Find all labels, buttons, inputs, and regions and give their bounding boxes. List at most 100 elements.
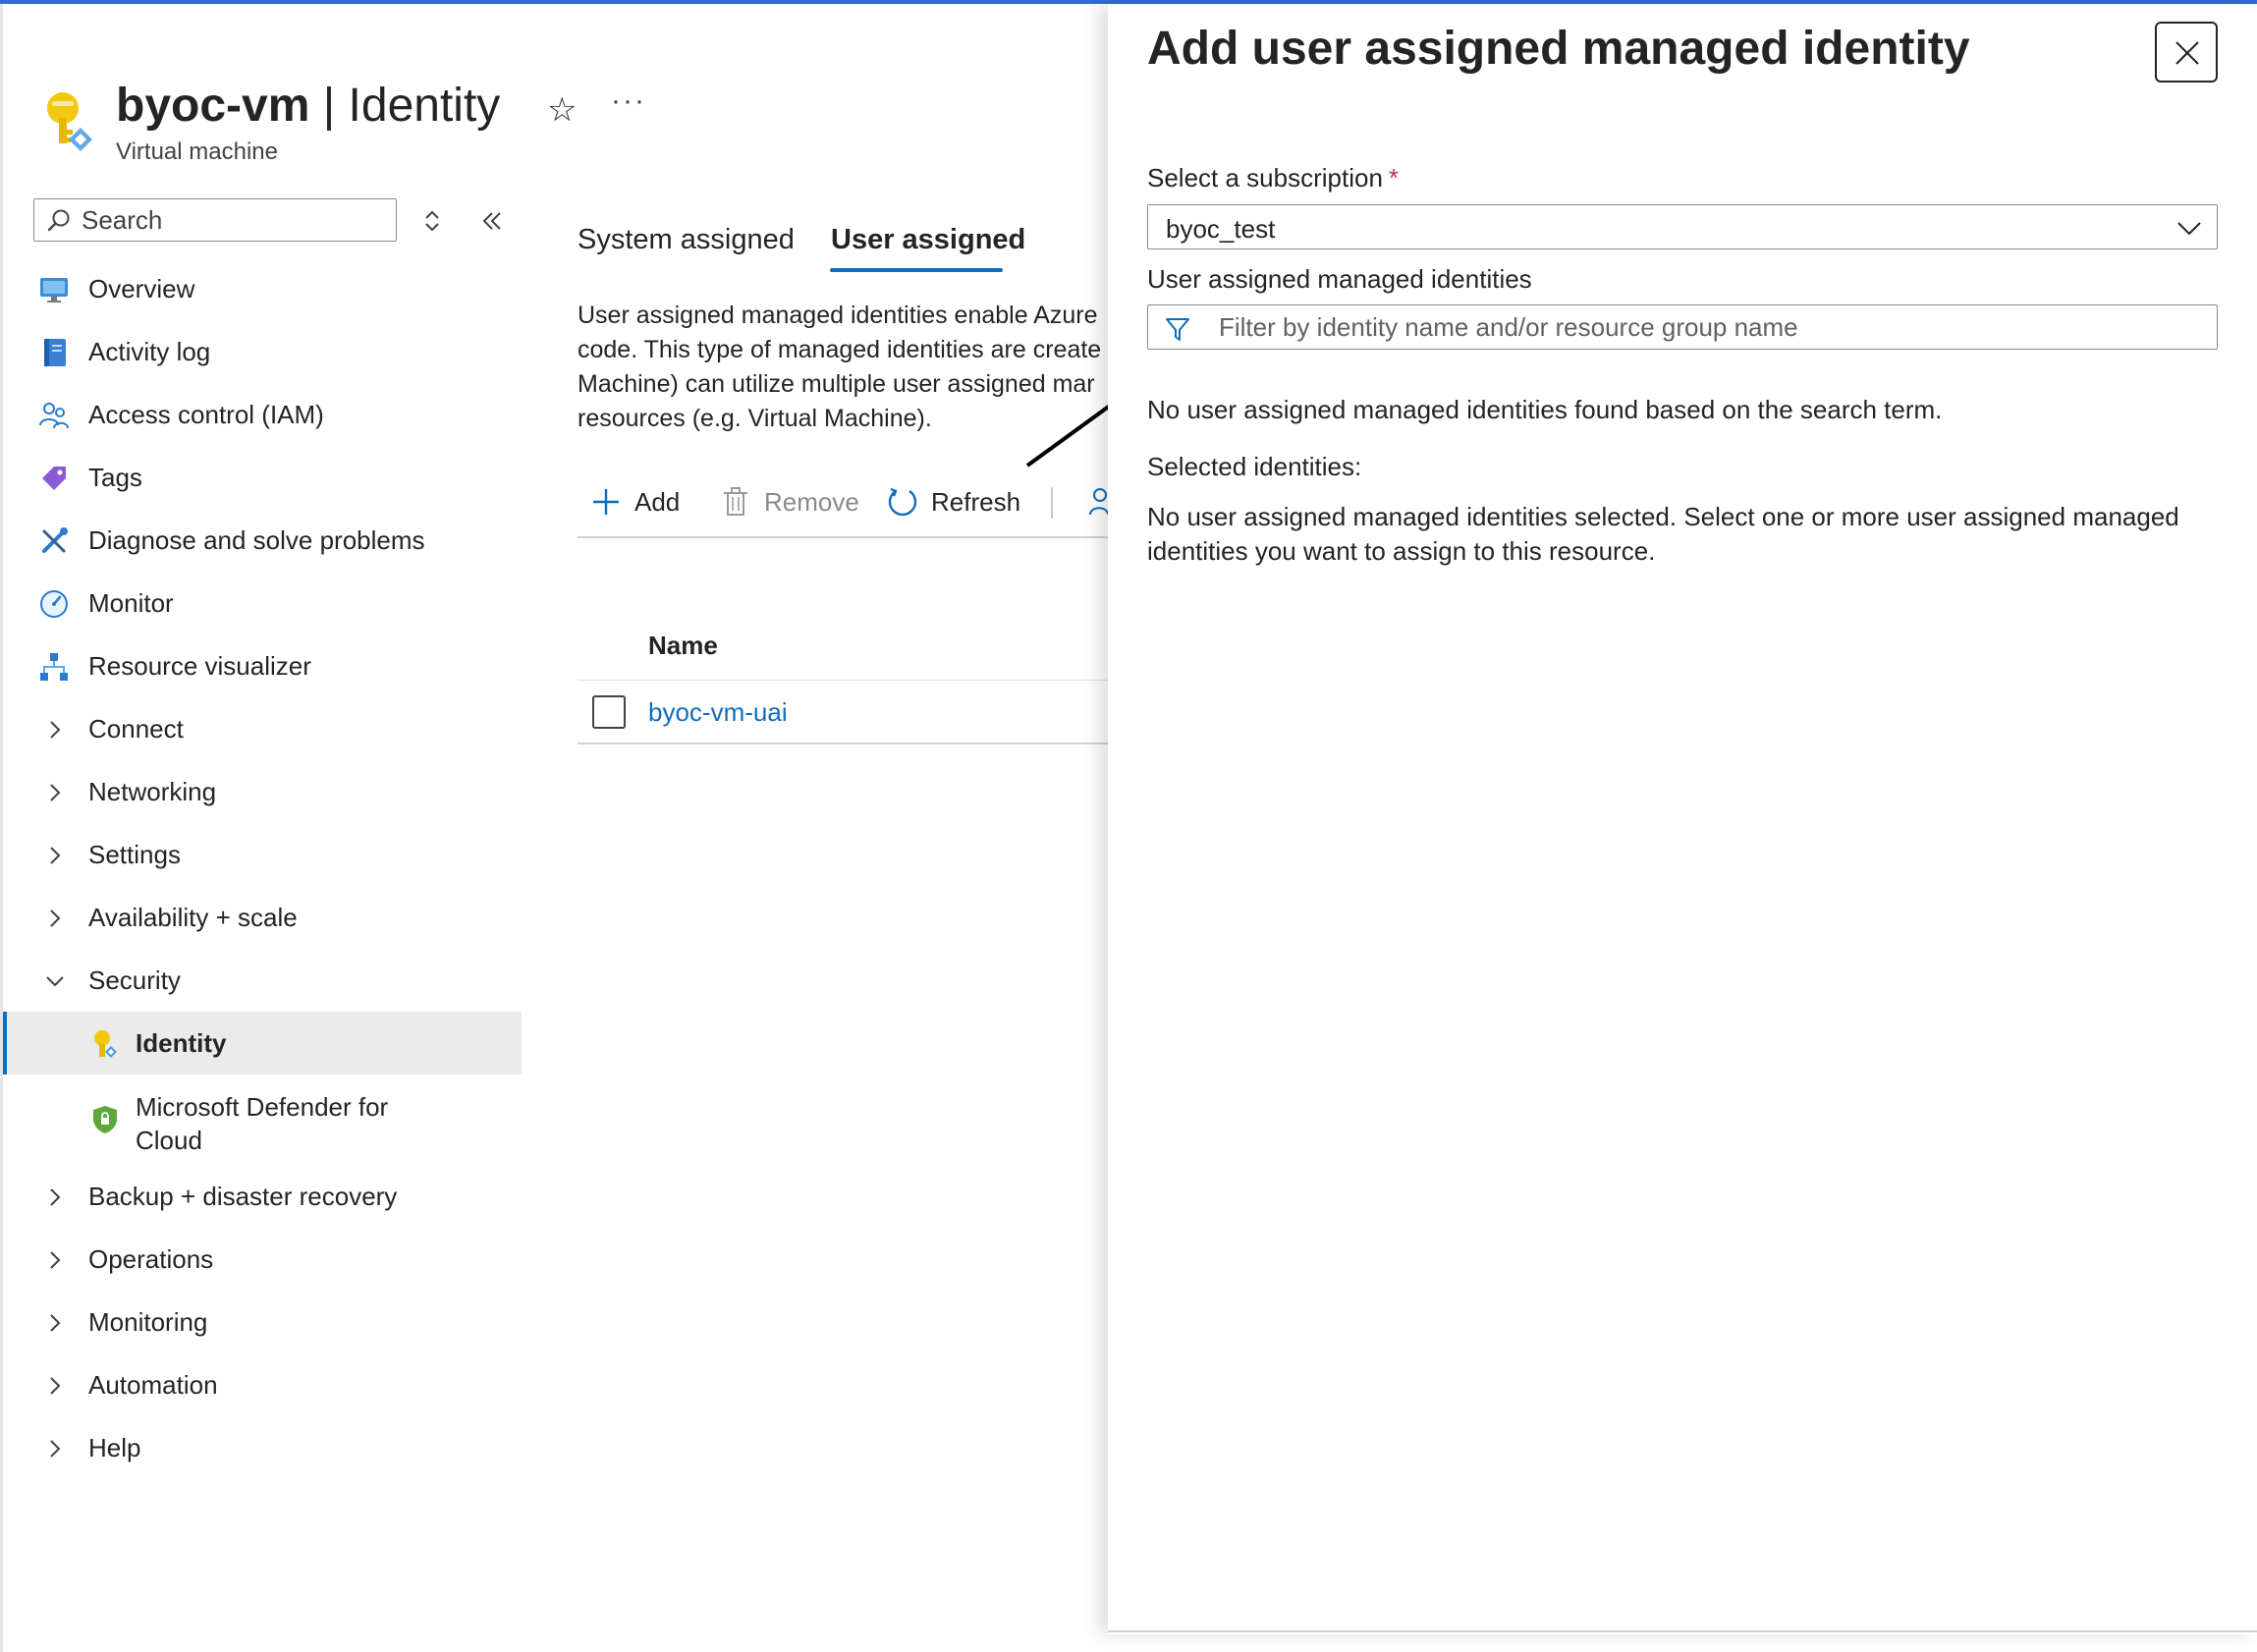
sidebar-item-label: Settings xyxy=(88,840,181,869)
sidebar-item-label: Identity xyxy=(136,1028,227,1058)
sidebar-group-automation[interactable]: Automation xyxy=(3,1353,522,1416)
sidebar-item-label: Help xyxy=(88,1433,141,1462)
sidebar-search[interactable] xyxy=(33,198,397,242)
blade-title: Add user assigned managed identity xyxy=(1147,23,1970,75)
people-icon xyxy=(39,403,69,429)
refresh-icon xyxy=(888,487,917,517)
sidebar-item-identity[interactable]: Identity xyxy=(3,1012,522,1074)
toolbar-divider xyxy=(578,536,1108,538)
sidebar-item-diagnose[interactable]: Diagnose and solve problems xyxy=(3,509,522,572)
add-button[interactable]: Add xyxy=(589,479,680,524)
sidebar-group-help[interactable]: Help xyxy=(3,1416,522,1479)
identity-link[interactable]: byoc-vm-uai xyxy=(648,697,788,728)
sidebar-item-label: Security xyxy=(88,965,181,995)
sidebar-item-label: Availability + scale xyxy=(88,903,298,932)
sidebar-group-backup[interactable]: Backup + disaster recovery xyxy=(3,1165,522,1228)
sidebar-item-label: Access control (IAM) xyxy=(88,400,324,429)
refresh-button[interactable]: Refresh xyxy=(886,479,1020,524)
sidebar-item-activity-log[interactable]: Activity log xyxy=(3,320,522,383)
subscription-value: byoc_test xyxy=(1166,214,1276,244)
no-results-message: No user assigned managed identities foun… xyxy=(1147,395,1943,424)
activity-log-icon xyxy=(44,339,66,366)
add-label: Add xyxy=(634,486,681,517)
blade-bottom-border xyxy=(1108,1630,2257,1632)
managed-identity-key-icon xyxy=(47,92,92,151)
tab-system-assigned[interactable]: System assigned xyxy=(578,224,795,256)
subscription-dropdown[interactable]: byoc_test xyxy=(1147,204,2218,249)
sidebar-item-access-control[interactable]: Access control (IAM) xyxy=(3,383,522,446)
shield-icon xyxy=(93,1106,117,1133)
identity-filter[interactable] xyxy=(1147,304,2218,350)
toolbar-separator xyxy=(1051,487,1053,519)
chevron-right-icon xyxy=(50,1440,61,1458)
sidebar-group-security[interactable]: Security xyxy=(3,949,522,1012)
sidebar-item-label: Tags xyxy=(88,463,142,492)
search-icon xyxy=(47,209,70,232)
tab-user-assigned[interactable]: User assigned xyxy=(831,224,1025,256)
sidebar-item-label: Monitoring xyxy=(88,1307,208,1337)
row-checkbox[interactable] xyxy=(592,695,626,729)
more-options-icon[interactable]: ··· xyxy=(611,84,646,118)
tag-icon xyxy=(42,467,66,490)
sidebar-item-tags[interactable]: Tags xyxy=(3,446,522,509)
monitor-screen-icon xyxy=(40,278,68,303)
chevron-right-icon xyxy=(50,721,61,739)
sidebar-item-label: Automation xyxy=(88,1370,218,1400)
sidebar-group-monitoring[interactable]: Monitoring xyxy=(3,1291,522,1353)
active-tab-indicator xyxy=(830,268,1003,272)
collapse-sidebar-icon[interactable] xyxy=(479,208,505,234)
person-feedback-icon[interactable] xyxy=(1082,485,1108,519)
page-name: Identity xyxy=(348,80,501,132)
hierarchy-icon xyxy=(40,653,68,681)
close-button[interactable] xyxy=(2155,22,2218,83)
sidebar-item-label: Resource visualizer xyxy=(88,651,311,681)
plus-icon xyxy=(593,489,619,515)
sidebar-item-label: Operations xyxy=(88,1244,214,1274)
filter-funnel-icon xyxy=(1166,318,1189,341)
resource-name: byoc-vm xyxy=(116,80,310,132)
chevron-right-icon xyxy=(50,1251,61,1269)
refresh-label: Refresh xyxy=(931,486,1021,517)
wrench-icon xyxy=(42,527,68,553)
subscription-label: Select a subscription * xyxy=(1147,163,1399,193)
chevron-right-icon xyxy=(50,1188,61,1206)
resource-type-subtitle: Virtual machine xyxy=(116,138,278,165)
sidebar-item-monitor[interactable]: Monitor xyxy=(3,572,522,634)
sidebar-group-operations[interactable]: Operations xyxy=(3,1228,522,1291)
filter-input[interactable] xyxy=(1219,310,2201,344)
table-row-divider xyxy=(578,743,1108,744)
sidebar-item-label: Overview xyxy=(88,274,195,303)
none-selected-message: No user assigned managed identities sele… xyxy=(1147,502,2179,566)
sidebar-group-connect[interactable]: Connect xyxy=(3,697,522,760)
title-separator: | xyxy=(309,80,349,132)
chevron-down-icon xyxy=(46,976,64,987)
chevron-right-icon xyxy=(50,784,61,801)
sidebar-item-label: Networking xyxy=(88,777,217,806)
required-marker: * xyxy=(1388,163,1400,193)
chevron-right-icon xyxy=(50,909,61,927)
remove-button[interactable]: Remove xyxy=(719,479,859,524)
chevron-right-icon xyxy=(50,1377,61,1395)
key-icon xyxy=(94,1030,117,1058)
sidebar-group-networking[interactable]: Networking xyxy=(3,760,522,823)
sidebar-item-label: Microsoft Defender for Cloud xyxy=(136,1092,389,1155)
search-input[interactable] xyxy=(82,203,386,237)
favorite-star-icon[interactable]: ☆ xyxy=(547,90,577,130)
column-header-name[interactable]: Name xyxy=(648,631,718,661)
sidebar-group-settings[interactable]: Settings xyxy=(3,823,522,886)
trash-icon xyxy=(724,487,747,516)
sidebar-group-availability[interactable]: Availability + scale xyxy=(3,886,522,949)
sidebar-item-label: Backup + disaster recovery xyxy=(88,1182,398,1211)
sidebar-item-label: Diagnose and solve problems xyxy=(88,525,425,555)
chevron-right-icon xyxy=(50,847,61,864)
chevron-down-icon xyxy=(2177,222,2201,236)
page-title: byoc-vm | Identity xyxy=(116,79,500,133)
chevron-right-icon xyxy=(50,1314,61,1332)
sidebar-item-label: Connect xyxy=(88,714,184,743)
sidebar-item-resource-visualizer[interactable]: Resource visualizer xyxy=(3,634,522,697)
sidebar-item-overview[interactable]: Overview xyxy=(3,257,522,320)
sidebar-item-defender[interactable]: Microsoft Defender for Cloud xyxy=(3,1074,522,1165)
sort-updown-icon[interactable] xyxy=(420,208,444,234)
identities-label: User assigned managed identities xyxy=(1147,264,1532,294)
table-header-divider xyxy=(578,680,1108,681)
